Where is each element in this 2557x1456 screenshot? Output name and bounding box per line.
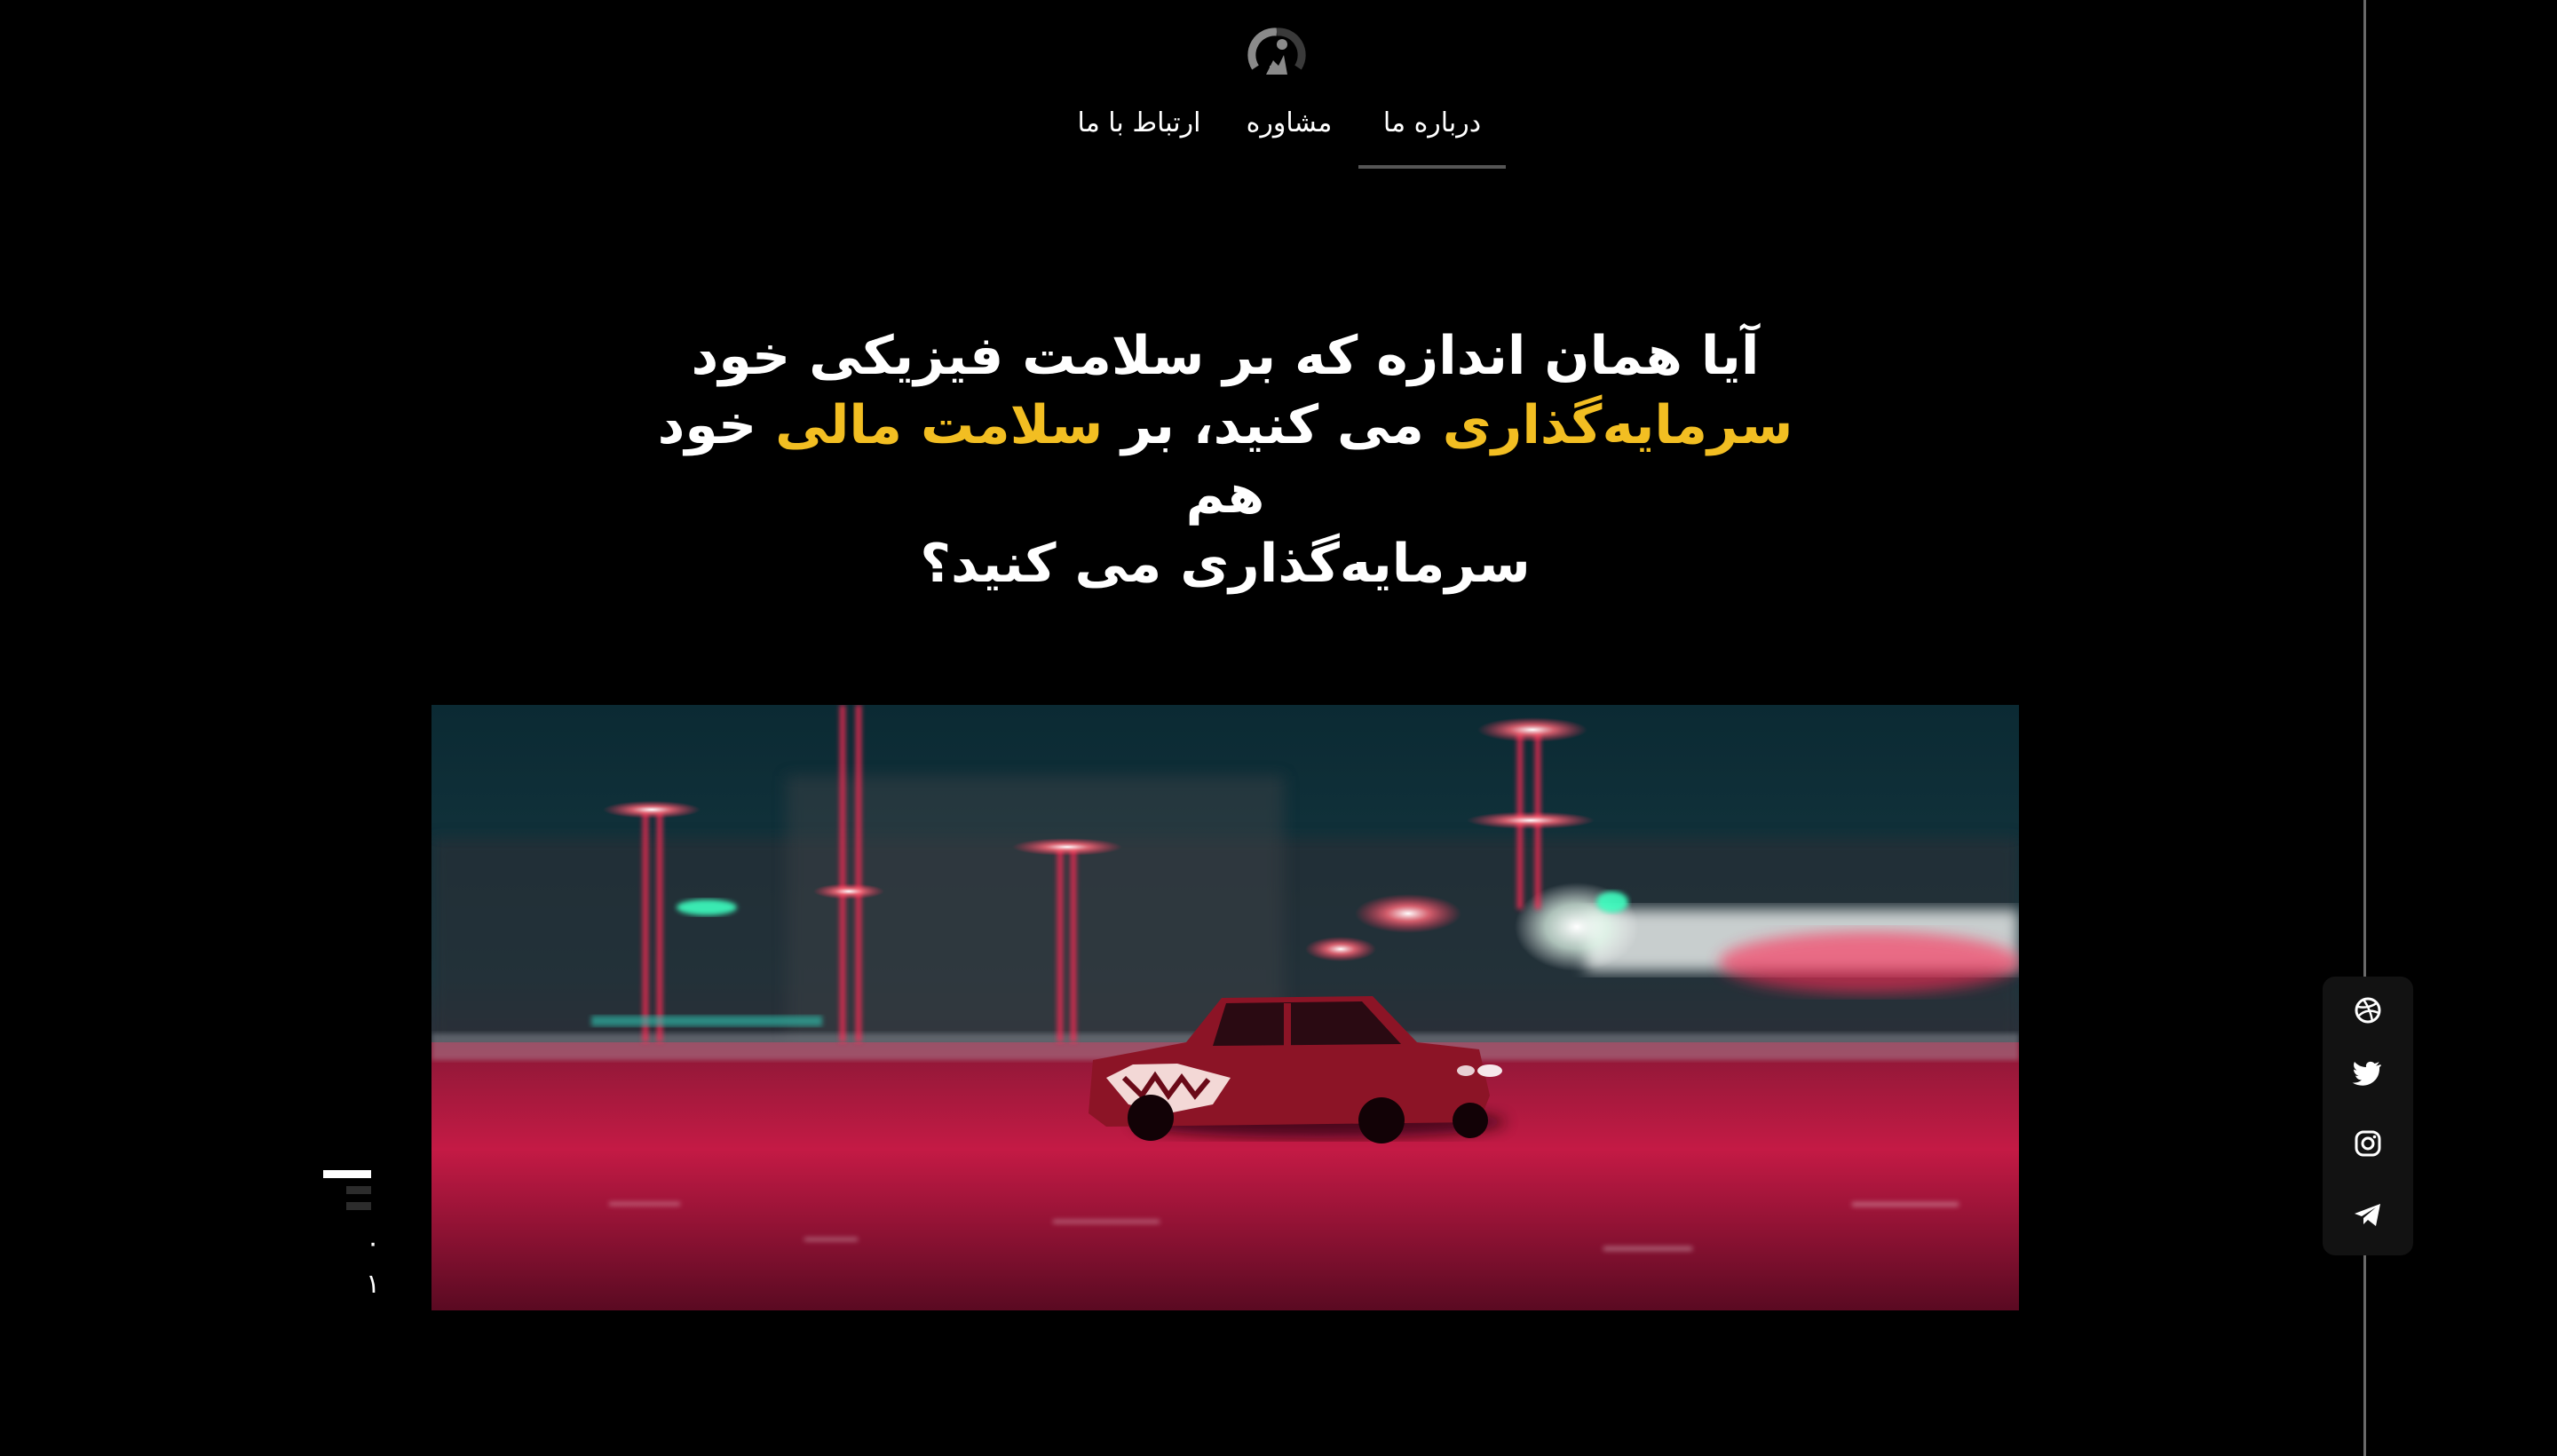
headline-line-3: سرمایه‌گذاری می کنید؟ [920, 533, 1531, 595]
instagram-icon[interactable] [2350, 1126, 2386, 1161]
main-nav: درباره ما مشاوره ارتباط با ما [0, 98, 2557, 169]
dribbble-icon[interactable] [2350, 993, 2386, 1028]
hero-image [431, 705, 2019, 1310]
slide-counter-total: ۰ [365, 1228, 381, 1259]
slide-progress-indicator [321, 1170, 371, 1220]
logo[interactable] [1247, 25, 1307, 85]
social-links-bar [2323, 977, 2413, 1255]
slide-bar[interactable] [346, 1202, 371, 1210]
headline-line-2-text: می کنید، بر [1103, 394, 1443, 456]
twitter-icon[interactable] [2350, 1055, 2386, 1090]
slide-counter-current: ۱ [365, 1269, 381, 1300]
nav-item-contact[interactable]: ارتباط با ما [1064, 98, 1215, 165]
hero-headline: آیا همان اندازه که بر سلامت فیزیکی خود س… [657, 321, 1793, 598]
gauge-person-logo-icon [1247, 28, 1306, 75]
slide-bar[interactable] [346, 1186, 371, 1194]
nav-item-consulting[interactable]: مشاوره [1238, 98, 1341, 165]
headline-highlight-financial-health: سلامت مالی [775, 394, 1104, 456]
nav-item-about[interactable]: درباره ما [1358, 98, 1506, 169]
headline-line-1: آیا همان اندازه که بر سلامت فیزیکی خود [691, 325, 1760, 387]
headline-highlight-investment: سرمایه‌گذاری [1442, 394, 1793, 456]
slide-bar-active[interactable] [323, 1170, 371, 1178]
night-car-drift-image [431, 705, 2019, 1310]
telegram-icon[interactable] [2350, 1197, 2386, 1232]
